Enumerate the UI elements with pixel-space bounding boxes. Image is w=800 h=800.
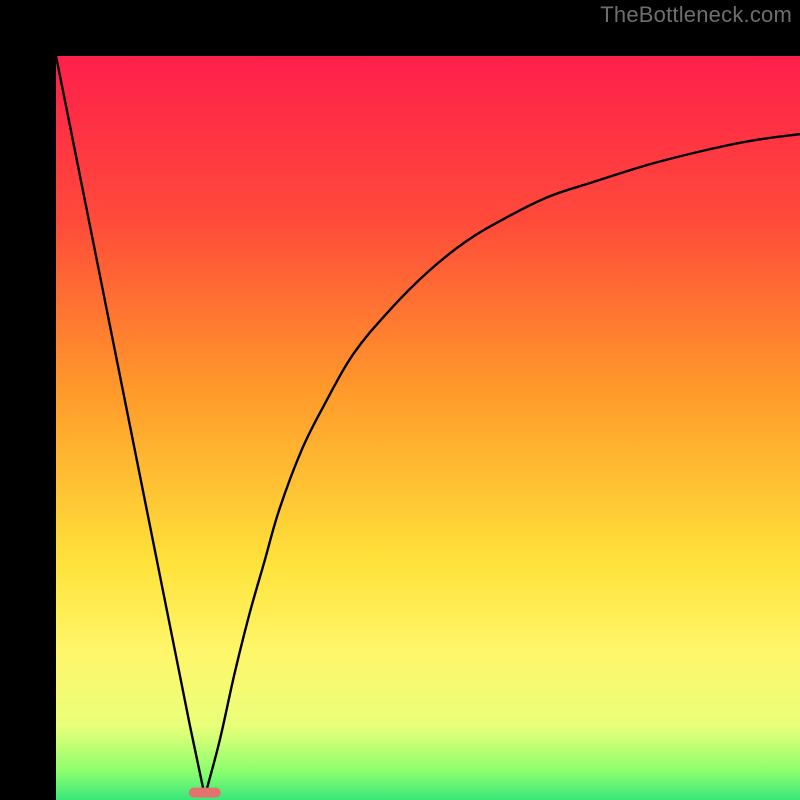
chart-background — [56, 56, 800, 800]
watermark-text: TheBottleneck.com — [600, 2, 792, 28]
chart-svg — [56, 56, 800, 800]
min-point-pill — [189, 788, 221, 798]
chart-plot-area — [56, 56, 800, 800]
chart-frame — [0, 0, 800, 800]
